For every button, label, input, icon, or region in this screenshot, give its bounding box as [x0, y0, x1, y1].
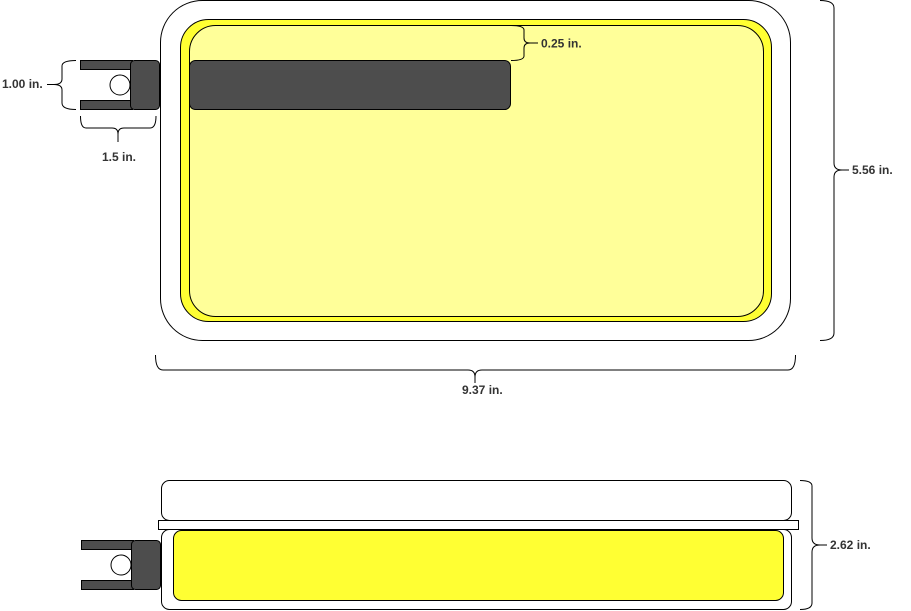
case-diagram: 0.25 in. 1.00 in. 1.5 in. 5.56 in. 9.37 …	[2, 0, 893, 610]
side-latch-arm-lower	[81, 580, 134, 590]
latch-arm-lower	[80, 100, 133, 110]
top-view-label-strip	[189, 60, 511, 110]
top-view: 0.25 in. 1.00 in. 1.5 in. 5.56 in. 9.37 …	[2, 0, 893, 397]
bracket-height-brace	[53, 60, 77, 110]
bracket-height-dimension: 1.00 in.	[2, 60, 77, 110]
height-dimension: 5.56 in.	[819, 0, 893, 341]
side-latch-block	[131, 540, 161, 590]
height-brace	[819, 0, 843, 341]
latch-block	[130, 60, 160, 110]
bracket-height-label: 1.00 in.	[2, 77, 43, 91]
latch-pin	[109, 74, 131, 96]
side-latch-pin	[110, 554, 132, 576]
top-view-latch-bracket	[80, 60, 160, 110]
width-label: 9.37 in.	[462, 383, 503, 397]
side-view: 2.62 in.	[81, 480, 871, 610]
bracket-width-brace	[80, 115, 157, 135]
bracket-width-label: 1.5 in.	[102, 150, 136, 164]
width-brace	[155, 354, 796, 378]
side-view-lid	[161, 480, 792, 521]
height-label: 5.56 in.	[852, 163, 893, 177]
width-dimension: 9.37 in.	[155, 354, 796, 397]
side-height-dimension: 2.62 in.	[799, 480, 871, 610]
inset-label: 0.25 in.	[541, 37, 582, 51]
side-view-latch-bracket	[81, 540, 161, 590]
latch-arm-upper	[80, 60, 133, 70]
side-height-label: 2.62 in.	[830, 538, 871, 552]
bracket-width-dimension: 1.5 in.	[80, 115, 157, 164]
side-height-brace	[799, 480, 821, 610]
side-view-yellow-insert	[173, 530, 784, 601]
side-view-seam	[158, 520, 799, 530]
side-latch-arm-upper	[81, 540, 134, 550]
